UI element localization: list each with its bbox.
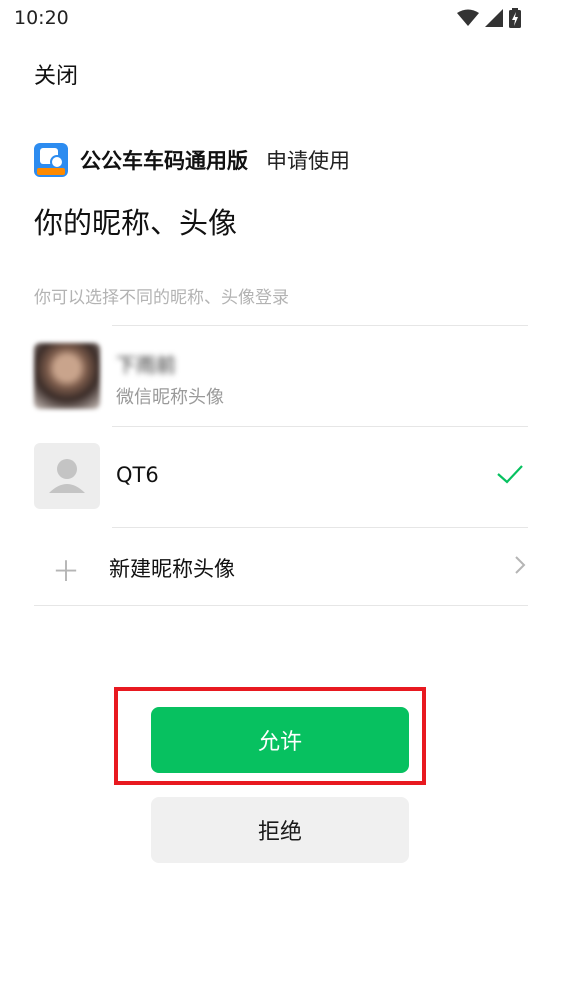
divider [112,527,528,528]
signal-icon [485,9,503,27]
wechat-profile-label: 微信昵称头像 [116,387,224,408]
option-custom-profile[interactable]: QT6 [34,443,528,511]
new-profile-label: 新建昵称头像 [109,557,235,581]
app-request-row: 公公车车码通用版 申请使用 [34,142,350,178]
divider [112,426,528,427]
deny-button[interactable]: 拒绝 [151,797,409,863]
app-request-label: 申请使用 [266,149,350,173]
custom-nickname: QT6 [116,463,159,487]
wifi-icon [457,9,479,26]
status-time: 10:20 [14,7,69,29]
check-icon [497,465,523,484]
status-icons [457,8,521,28]
option-wechat-profile[interactable]: 下雨前 微信昵称头像 [34,343,528,413]
status-bar: 10:20 [0,0,561,40]
battery-icon [509,8,521,28]
allow-button[interactable]: 允许 [151,707,409,773]
page-title: 你的昵称、头像 [34,206,238,240]
divider [34,605,528,606]
app-logo [34,143,68,177]
app-name: 公公车车码通用版 [80,149,248,173]
chevron-right-icon [515,556,526,574]
avatar [34,343,100,409]
default-avatar-icon [34,443,100,509]
new-profile-row[interactable]: ＋ 新建昵称头像 [34,540,528,596]
wechat-nickname: 下雨前 [116,353,176,377]
divider [112,325,528,326]
plus-icon: ＋ [52,555,81,588]
close-button[interactable]: 关闭 [34,58,78,90]
hint-text: 你可以选择不同的昵称、头像登录 [34,288,289,308]
